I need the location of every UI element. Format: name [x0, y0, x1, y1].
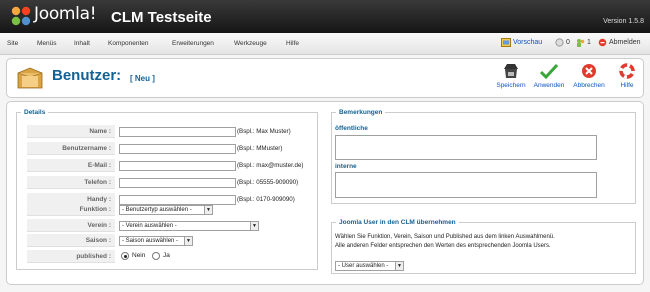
cancel-icon — [582, 64, 596, 78]
preview-icon — [501, 38, 511, 47]
email-input[interactable] — [119, 161, 236, 171]
save-label: Speichern — [496, 82, 526, 89]
messages-count: 0 — [566, 39, 570, 46]
cancel-button[interactable]: Abbrechen — [569, 63, 609, 95]
apply-button[interactable]: Anwenden — [529, 63, 569, 95]
mobile-input[interactable] — [119, 195, 236, 205]
chevron-down-icon: ▼ — [204, 206, 212, 214]
joomla-user-legend: Joomla User in den CLM übernehmen — [339, 219, 456, 226]
apply-label: Anwenden — [533, 82, 565, 89]
logout-icon — [598, 38, 607, 47]
joomla-logo-text: Joomla! — [34, 4, 97, 24]
joomla-user-description-2: Alle anderen Felder entsprechen den Wert… — [335, 243, 551, 249]
email-label: E-Mail : — [27, 159, 115, 172]
mobile-hint: (Bspl.: 0170-909090) — [237, 196, 295, 203]
cancel-label: Abbrechen — [573, 82, 605, 89]
users-icon — [577, 39, 585, 47]
published-label: published : — [27, 250, 115, 263]
menu-extensions[interactable]: Erweiterungen — [172, 40, 214, 47]
public-remarks-textarea[interactable] — [335, 135, 597, 160]
page-subtitle: [ Neu ] — [130, 74, 155, 83]
user-select[interactable]: - User auswählen - ▼ — [335, 261, 404, 271]
season-select[interactable]: - Saison auswählen - ▼ — [119, 236, 193, 246]
function-select[interactable]: - Benutzertyp auswählen - ▼ — [119, 205, 213, 215]
chevron-down-icon: ▼ — [184, 237, 192, 245]
version-label: Version 1.5.8 — [603, 18, 644, 25]
season-select-value: - Saison auswählen - — [122, 238, 179, 244]
users-count: 1 — [587, 39, 591, 46]
menu-help[interactable]: Hilfe — [286, 40, 299, 47]
phone-input[interactable] — [119, 178, 236, 188]
name-label: Name : — [27, 125, 115, 138]
phone-hint: (Bspl.: 05555-909090) — [237, 179, 299, 186]
club-label: Verein : — [27, 219, 115, 232]
published-no-radio[interactable] — [121, 252, 129, 260]
details-legend: Details — [24, 109, 46, 116]
season-label: Saison : — [27, 234, 115, 247]
help-label: Hilfe — [620, 82, 634, 89]
phone-label: Telefon : — [27, 176, 115, 189]
preview-label: Vorschau — [513, 39, 543, 46]
club-select[interactable]: - Verein auswählen - ▼ — [119, 221, 259, 231]
function-label: Funktion : — [27, 203, 115, 216]
club-select-value: - Verein auswählen - — [122, 223, 177, 229]
user-page-icon — [17, 67, 43, 89]
menu-content[interactable]: Inhalt — [74, 40, 90, 47]
chevron-down-icon: ▼ — [250, 222, 258, 230]
username-label: Benutzername : — [27, 142, 115, 155]
function-select-value: - Benutzertyp auswählen - — [122, 207, 192, 213]
logout-link[interactable]: Abmelden — [598, 38, 641, 47]
published-yes-radio[interactable] — [152, 252, 160, 260]
menu-menus[interactable]: Menüs — [37, 40, 57, 47]
preview-link[interactable]: Vorschau — [501, 38, 542, 47]
joomla-logo-icon — [11, 6, 31, 26]
admin-header: Joomla! CLM Testseite Version 1.5.8 — [0, 0, 650, 33]
name-input[interactable] — [119, 127, 236, 137]
save-icon — [504, 64, 518, 78]
site-title: CLM Testseite — [111, 9, 212, 26]
messages-indicator[interactable]: 0 — [555, 38, 570, 47]
remarks-legend: Bemerkungen — [339, 109, 383, 116]
messages-icon — [555, 38, 564, 47]
logout-label: Abmelden — [609, 39, 641, 46]
user-select-value: - User auswählen - — [338, 263, 389, 269]
internal-remarks-textarea[interactable] — [335, 172, 597, 198]
main-menubar: Site Menüs Inhalt Komponenten Erweiterun… — [0, 33, 650, 55]
checkmark-icon — [540, 63, 558, 79]
menu-site[interactable]: Site — [7, 40, 18, 47]
public-remarks-label: öffentliche — [335, 125, 368, 132]
users-indicator[interactable]: 1 — [576, 38, 591, 47]
menu-tools[interactable]: Werkzeuge — [234, 40, 267, 47]
internal-remarks-label: interne — [335, 163, 357, 170]
published-no-label: Nein — [132, 252, 146, 259]
name-hint: (Bspl.: Max Muster) — [237, 128, 291, 135]
joomla-user-description-1: Wählen Sie Funktion, Verein, Saison und … — [335, 234, 555, 240]
published-yes-label: Ja — [163, 252, 170, 259]
menu-components[interactable]: Komponenten — [108, 40, 148, 47]
page-title: Benutzer: — [52, 67, 122, 84]
save-button[interactable]: Speichern — [491, 63, 531, 95]
username-input[interactable] — [119, 144, 236, 154]
email-hint: (Bspl.: max@muster.de) — [237, 162, 304, 169]
chevron-down-icon: ▼ — [395, 262, 403, 270]
lifebuoy-icon — [619, 63, 635, 79]
username-hint: (Bspl.: MMuster) — [237, 145, 283, 152]
help-button[interactable]: Hilfe — [607, 63, 647, 95]
